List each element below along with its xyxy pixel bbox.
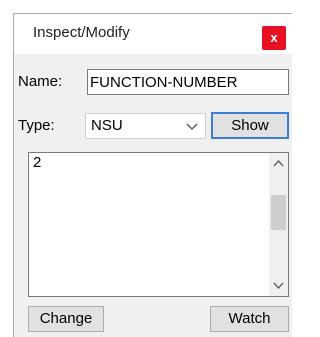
close-icon: x — [270, 30, 278, 45]
name-label: Name: — [18, 73, 63, 90]
change-button[interactable]: Change — [28, 306, 104, 332]
window-title: Inspect/Modify — [33, 24, 130, 41]
chevron-down-icon — [186, 123, 198, 130]
inspect-modify-window: Inspect/Modify x Name: Type: NSU Show 2 — [13, 13, 292, 337]
type-select-value: NSU — [91, 117, 123, 134]
scroll-thumb[interactable] — [271, 195, 286, 230]
chevron-down-icon — [273, 282, 284, 290]
watch-button[interactable]: Watch — [210, 306, 289, 332]
title-bar[interactable]: Inspect/Modify x — [14, 14, 292, 54]
scroll-down-button[interactable] — [269, 274, 288, 296]
chevron-up-icon — [273, 159, 284, 167]
watch-button-label: Watch — [228, 310, 271, 327]
change-button-label: Change — [39, 310, 93, 327]
scroll-up-button[interactable] — [269, 153, 288, 175]
value-text-area[interactable]: 2 — [28, 152, 289, 297]
vertical-scrollbar[interactable] — [269, 153, 288, 296]
show-button-label: Show — [231, 117, 269, 134]
type-label: Type: — [18, 117, 55, 134]
show-button[interactable]: Show — [211, 112, 289, 139]
type-select[interactable]: NSU — [85, 113, 206, 139]
value-text: 2 — [33, 154, 42, 171]
name-input[interactable] — [87, 69, 289, 95]
close-button[interactable]: x — [262, 26, 286, 50]
